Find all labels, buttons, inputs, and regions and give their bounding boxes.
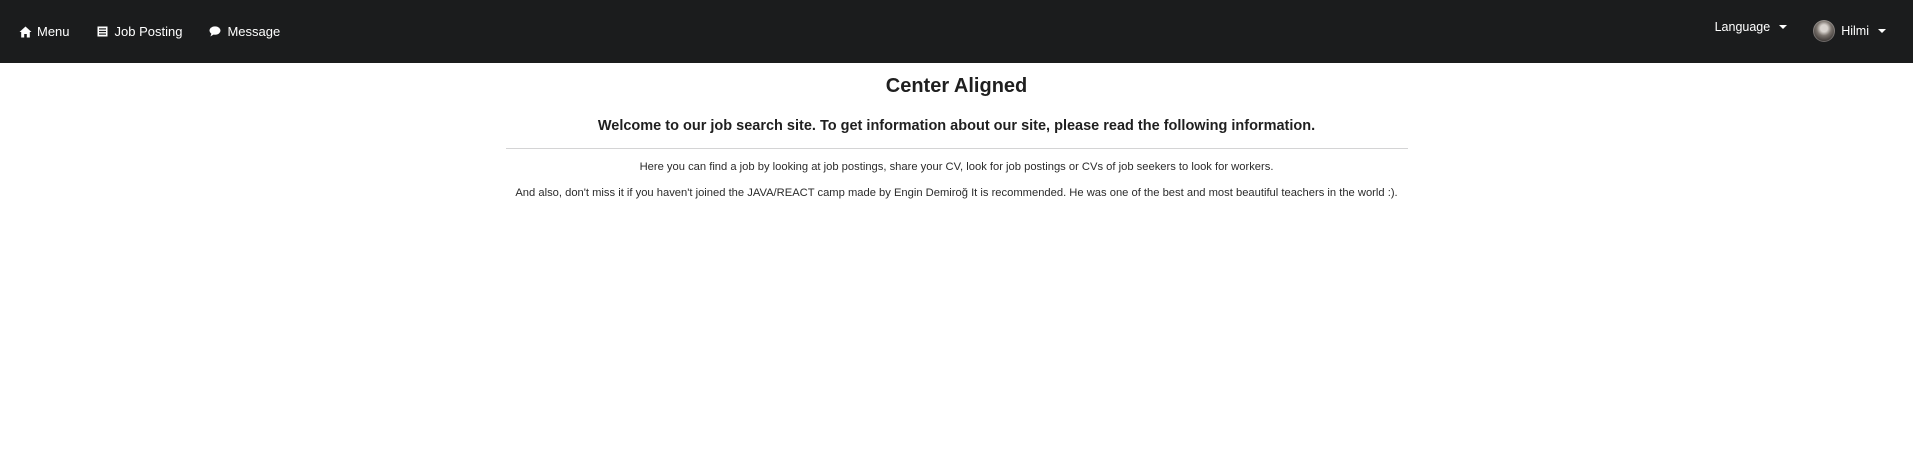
list-icon (96, 25, 110, 39)
nav-item-job-posting-label: Job Posting (114, 24, 183, 39)
avatar-icon (1813, 19, 1836, 42)
page-title: Center Aligned (885, 75, 1028, 97)
nav-item-message-label: Message (227, 24, 281, 39)
nav-left-group: Menu Job Posting Message (18, 0, 306, 63)
comment-icon (208, 25, 222, 39)
caret-down-icon (1779, 24, 1788, 29)
welcome-subtitle: Welcome to our job search site. To get i… (597, 118, 1316, 134)
user-dropdown[interactable]: Hilmi (1813, 19, 1886, 42)
main-content: Center Aligned Welcome to our job search… (0, 63, 1913, 201)
language-dropdown[interactable]: Language (1715, 20, 1788, 34)
user-name: Hilmi (1841, 23, 1869, 38)
info-paragraph-2: And also, don't miss it if you haven't j… (515, 187, 1398, 199)
nav-item-message[interactable]: Message (208, 24, 280, 39)
home-icon (18, 25, 32, 39)
top-navbar: Menu Job Posting Message Language Hilmi (0, 0, 1913, 63)
nav-right-group: Language Hilmi (1715, 0, 1886, 63)
caret-down-icon (1878, 28, 1886, 33)
language-label: Language (1714, 19, 1771, 34)
nav-item-menu-label: Menu (37, 24, 70, 39)
info-paragraph-1: Here you can find a job by looking at jo… (639, 161, 1274, 173)
nav-item-job-posting[interactable]: Job Posting (96, 24, 183, 39)
section-divider (505, 148, 1408, 149)
nav-item-menu[interactable]: Menu (18, 24, 70, 39)
